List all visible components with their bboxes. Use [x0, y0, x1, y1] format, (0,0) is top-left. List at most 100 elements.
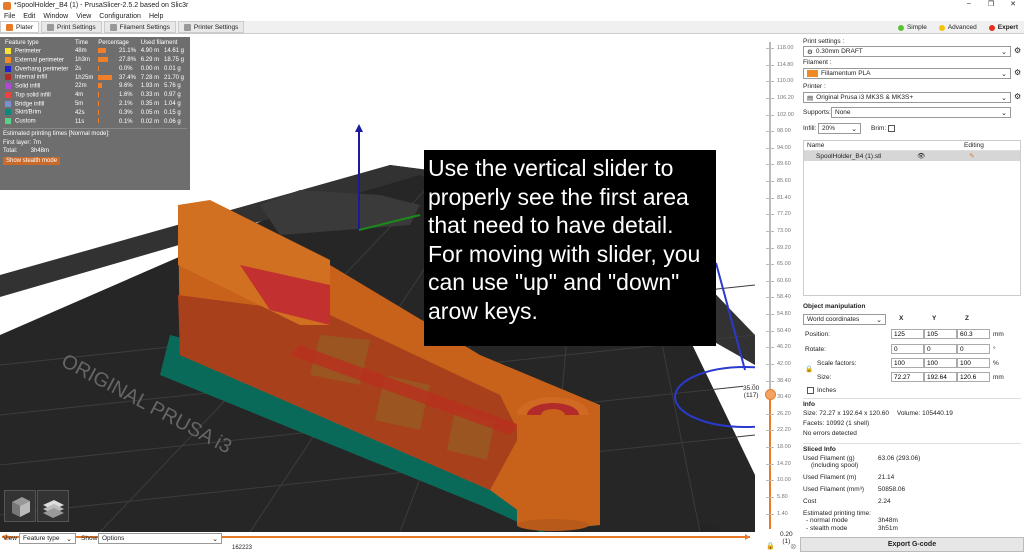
minimize-button[interactable]: – — [958, 0, 980, 8]
scale-lock-icon[interactable]: 🔒 — [805, 365, 813, 373]
legend-pct-bar — [96, 47, 117, 56]
vslider-tick-label: 110.00 — [777, 78, 794, 85]
cancel-icon[interactable]: ⊗ — [790, 542, 797, 551]
chevron-down-icon: ⌄ — [1001, 49, 1007, 56]
vslider-tick — [766, 380, 774, 382]
supports-select[interactable]: None ⌄ — [831, 107, 1011, 118]
print-settings-select[interactable]: ⚙ 0.30mm DRAFT ⌄ — [803, 46, 1011, 57]
legend-meters: 6.29 m — [140, 57, 160, 64]
filament-icon — [109, 23, 117, 31]
legend-feature: External perimeter — [3, 56, 73, 65]
est-time-label: Estimated printing time: — [803, 510, 871, 517]
feature-color-swatch — [5, 118, 11, 125]
tab-filament-settings[interactable]: Filament Settings — [103, 21, 176, 33]
vslider-upper-thumb[interactable] — [765, 389, 776, 400]
close-button[interactable]: ✕ — [1002, 0, 1024, 8]
vslider-tick-label: 22.20 — [777, 427, 791, 434]
objman-title: Object manipulation — [803, 303, 866, 310]
menu-edit[interactable]: Edit — [19, 13, 39, 20]
tab-plater[interactable]: Plater — [0, 21, 39, 33]
lock-icon[interactable]: 🔒 — [766, 542, 775, 550]
size-z-input[interactable] — [957, 372, 990, 382]
menu-file[interactable]: File — [0, 13, 19, 20]
vslider-tick — [766, 197, 774, 199]
show-stealth-button[interactable]: Show stealth mode — [3, 156, 61, 165]
inches-checkbox[interactable] — [807, 387, 814, 394]
show-options-select[interactable]: Options ⌄ — [98, 533, 222, 544]
legend-feature: Internal infill — [3, 73, 73, 82]
menu-configuration[interactable]: Configuration — [95, 13, 145, 20]
printer-select[interactable]: ▤ Original Prusa i3 MK3S & MK3S+ ⌄ — [803, 92, 1011, 103]
legend-grams: 14.61 g — [163, 48, 185, 55]
legend-meters: 0.05 m — [140, 109, 160, 116]
list-item[interactable]: SpoolHolder_B4 (1).stl 👁 ✎ — [804, 151, 1020, 161]
view-3d-button[interactable] — [4, 490, 36, 522]
menu-view[interactable]: View — [72, 13, 95, 20]
printer-icon — [183, 23, 191, 31]
legend-pct-bar — [96, 82, 117, 91]
vslider-tick — [766, 314, 774, 316]
normal-mode-value: 3h48m — [878, 517, 898, 524]
print-settings-edit-icon[interactable]: ⚙ — [1014, 46, 1021, 55]
view-type-select[interactable]: Feature type ⌄ — [19, 533, 76, 544]
used-g-value: 63.06 (293.06) — [878, 455, 921, 462]
size-x-input[interactable] — [891, 372, 924, 382]
vslider-tick — [766, 181, 774, 183]
printer-edit-icon[interactable]: ⚙ — [1014, 92, 1021, 101]
infill-select[interactable]: 20% ⌄ — [818, 123, 861, 134]
stealth-mode-label: - stealth mode — [806, 525, 848, 532]
vslider-tick-label: 94.00 — [777, 144, 791, 151]
vslider-tick-label: 10.00 — [777, 477, 791, 484]
rotate-x-input[interactable] — [891, 344, 924, 354]
legend-pct-bar — [96, 100, 117, 109]
feature-color-swatch — [5, 91, 11, 98]
mode-simple[interactable]: Simple — [897, 24, 927, 31]
legend-pct: 1.6% — [118, 92, 133, 99]
brim-checkbox[interactable] — [888, 125, 895, 132]
eye-icon[interactable]: 👁 — [917, 152, 925, 160]
tab-printer-settings[interactable]: Printer Settings — [177, 21, 245, 33]
scale-z-input[interactable] — [957, 358, 990, 368]
vertical-layer-slider[interactable]: 118.00 114.80 110.00 106.20 102.00 98.00 94.00… — [740, 37, 794, 550]
size-y-input[interactable] — [924, 372, 957, 382]
vslider-tick — [766, 413, 774, 415]
legend-feature: Skirt/Brim — [3, 108, 73, 117]
vslider-tick-label: 58.40 — [777, 294, 791, 301]
rotate-z-input[interactable] — [957, 344, 990, 354]
printer-icon: ▤ — [807, 94, 814, 102]
filament-select[interactable]: Fillamentum PLA ⌄ — [803, 68, 1011, 79]
scale-x-input[interactable] — [891, 358, 924, 368]
restore-button[interactable]: ❐ — [980, 0, 1002, 8]
print-settings-label: Print settings : — [803, 38, 845, 45]
legend-pct: 9.6% — [118, 83, 133, 90]
rotate-y-input[interactable] — [924, 344, 957, 354]
position-x-input[interactable] — [891, 329, 924, 339]
tab-print-settings[interactable]: Print Settings — [40, 21, 102, 33]
scale-y-input[interactable] — [924, 358, 957, 368]
position-y-input[interactable] — [924, 329, 957, 339]
preview-button[interactable] — [37, 490, 69, 522]
size-unit: mm — [993, 374, 1004, 381]
edit-icon[interactable]: ✎ — [969, 152, 974, 160]
export-gcode-button[interactable]: Export G-code — [800, 537, 1024, 552]
vslider-tick — [766, 131, 774, 133]
vslider-tick — [766, 347, 774, 349]
vslider-tick-label: 73.00 — [777, 227, 791, 234]
coords-select[interactable]: World coordinates ⌄ — [803, 314, 886, 325]
normal-mode-label: - normal mode — [806, 517, 848, 524]
position-z-input[interactable] — [957, 329, 990, 339]
legend-time: 11s — [74, 118, 85, 125]
legend-time: 42s — [74, 109, 85, 116]
menu-help[interactable]: Help — [145, 13, 167, 20]
vslider-tick-label: 46.20 — [777, 344, 791, 351]
menu-window[interactable]: Window — [39, 13, 72, 20]
cost-label: Cost — [803, 498, 817, 505]
mode-expert[interactable]: Expert — [988, 24, 1018, 31]
feature-color-swatch — [5, 100, 11, 107]
mode-advanced[interactable]: Advanced — [938, 24, 977, 31]
infill-label: Infill: — [803, 125, 817, 132]
filament-edit-icon[interactable]: ⚙ — [1014, 68, 1021, 77]
scale-unit: % — [993, 360, 999, 367]
vslider-tick — [766, 496, 774, 498]
facets-label: Facets: — [803, 420, 825, 427]
